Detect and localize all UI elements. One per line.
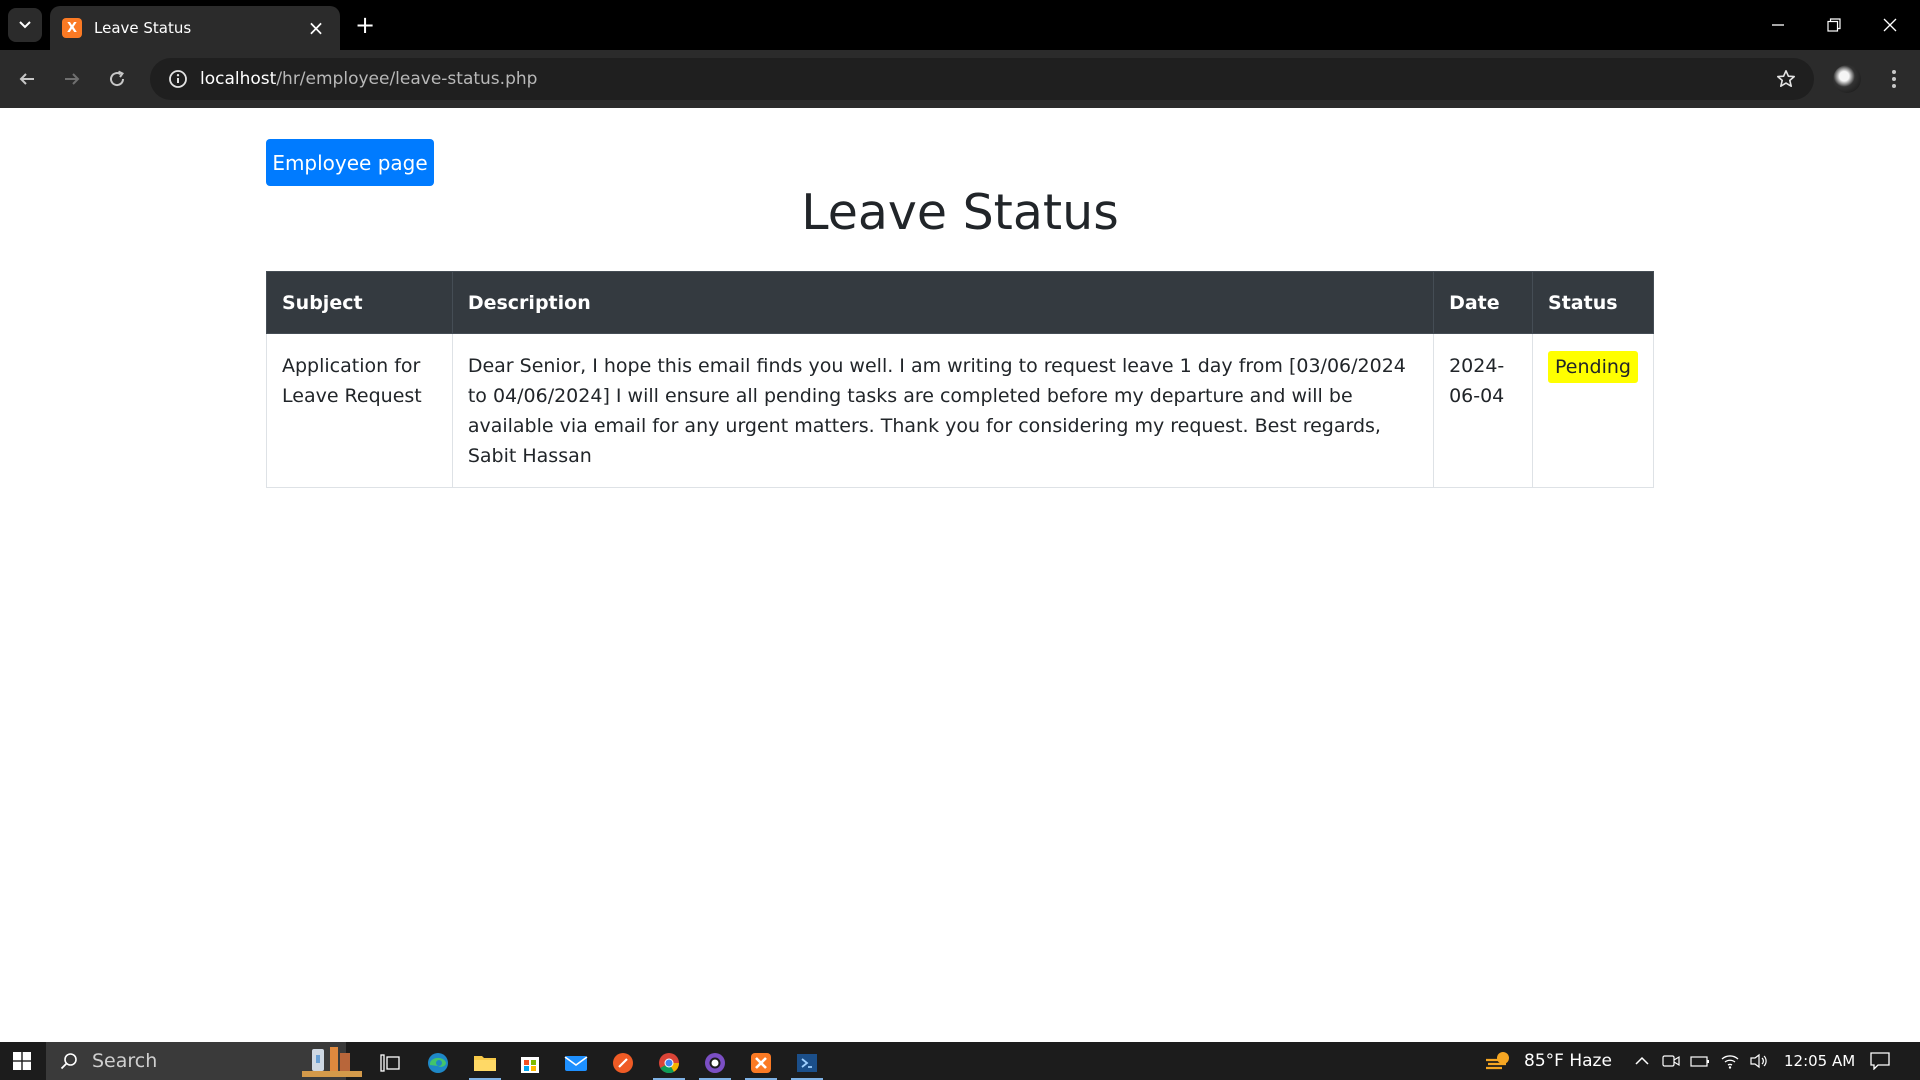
task-view-button[interactable] (370, 1046, 410, 1080)
camera-tray-icon[interactable] (1661, 1051, 1681, 1071)
postman-icon (613, 1053, 633, 1073)
battery-icon (1690, 1056, 1709, 1067)
edge-icon (428, 1053, 448, 1073)
tab-title: Leave Status (94, 19, 192, 37)
column-header-status: Status (1532, 271, 1654, 334)
chevron-down-icon (19, 21, 31, 29)
store-icon (521, 1057, 539, 1073)
mail-app-button[interactable] (556, 1046, 596, 1080)
back-button[interactable] (9, 61, 45, 97)
tab-close-icon[interactable]: × (304, 18, 328, 38)
xampp-app-button[interactable] (741, 1046, 781, 1080)
arrow-left-icon (19, 73, 34, 85)
profile-avatar[interactable] (1833, 65, 1861, 93)
volume-tray-icon[interactable] (1749, 1051, 1769, 1071)
weather-icon[interactable] (1484, 1051, 1514, 1071)
close-window-button[interactable] (1862, 0, 1918, 50)
camera-icon (1662, 1055, 1680, 1067)
task-view-icon (380, 1054, 400, 1072)
restore-icon (1827, 18, 1841, 32)
cell-date: 2024-06-04 (1433, 333, 1534, 488)
taskbar-search-box[interactable]: Search (46, 1042, 362, 1080)
vs-code-app-button[interactable] (787, 1046, 827, 1080)
cell-subject: Application for Leave Request (266, 333, 453, 488)
tab-search-button[interactable] (8, 8, 42, 42)
star-icon (1777, 70, 1795, 87)
windows-logo-icon (13, 1052, 31, 1070)
url-host: localhost (200, 69, 277, 89)
xampp-favicon-icon: X (62, 18, 82, 38)
browser-menu-button[interactable] (1876, 61, 1912, 97)
column-header-subject: Subject (266, 271, 453, 334)
wifi-tray-icon[interactable] (1720, 1051, 1740, 1071)
taskbar-search-label: Search (92, 1050, 158, 1072)
search-highlight-icon (302, 1047, 362, 1077)
reload-button[interactable] (99, 61, 135, 97)
browser-tab-strip: X Leave Status × + (0, 0, 1920, 50)
microsoft-store-app-button[interactable] (510, 1046, 550, 1080)
employee-page-button[interactable]: Employee page (266, 139, 434, 186)
page-content: Employee page Leave Status Subject Descr… (0, 108, 1920, 1042)
notification-icon (1870, 1052, 1890, 1070)
info-icon (169, 70, 187, 88)
site-info-button[interactable] (156, 58, 200, 100)
url-path: /hr/employee/leave-status.php (276, 69, 538, 89)
file-explorer-app-button[interactable] (465, 1046, 505, 1080)
start-button[interactable] (0, 1042, 44, 1080)
chrome-app-button[interactable] (649, 1046, 689, 1080)
show-hidden-icons-button[interactable] (1632, 1051, 1652, 1071)
windows-taskbar: Search 85°F Haze 12:05 AM (0, 1042, 1920, 1080)
cell-status: Pending (1532, 333, 1654, 488)
minimize-button[interactable] (1750, 0, 1806, 50)
restore-button[interactable] (1806, 0, 1862, 50)
weather-text[interactable]: 85°F Haze (1524, 1042, 1612, 1080)
chrome-icon (659, 1053, 680, 1074)
haze-icon (1486, 1052, 1509, 1070)
github-desktop-app-button[interactable] (695, 1046, 735, 1080)
reload-icon (110, 70, 125, 87)
search-icon (60, 1053, 77, 1070)
arrow-right-icon (65, 73, 80, 85)
more-vertical-icon (1892, 70, 1896, 88)
address-bar[interactable]: localhost/hr/employee/leave-status.php (150, 58, 1814, 100)
wifi-icon (1721, 1055, 1739, 1069)
cell-description: Dear Senior, I hope this email finds you… (451, 333, 1435, 488)
postman-app-button[interactable] (603, 1046, 643, 1080)
speaker-icon (1750, 1053, 1767, 1069)
github-icon (705, 1053, 725, 1073)
code-editor-icon (797, 1054, 817, 1072)
notifications-button[interactable] (1869, 1051, 1891, 1071)
leave-status-table: Subject Description Date Status Applicat… (266, 271, 1654, 488)
chevron-up-icon (1635, 1056, 1649, 1065)
clock[interactable]: 12:05 AM (1784, 1042, 1855, 1080)
browser-tab-active[interactable]: X Leave Status × (50, 6, 340, 50)
mail-icon (564, 1056, 588, 1071)
battery-tray-icon[interactable] (1690, 1051, 1710, 1071)
forward-button[interactable] (54, 61, 90, 97)
page-title: Leave Status (801, 184, 1119, 241)
close-icon (1883, 18, 1897, 32)
column-header-description: Description (451, 271, 1435, 334)
new-tab-button[interactable]: + (350, 10, 380, 40)
status-badge: Pending (1548, 351, 1638, 383)
table-header-row: Subject Description Date Status (266, 271, 1654, 334)
minimize-icon (1772, 24, 1784, 26)
bookmark-button[interactable] (1772, 65, 1800, 93)
url-text: localhost/hr/employee/leave-status.php (200, 69, 537, 89)
edge-app-button[interactable] (418, 1046, 458, 1080)
folder-icon (474, 1056, 496, 1071)
browser-toolbar: localhost/hr/employee/leave-status.php (0, 50, 1920, 108)
table-row: Application for Leave Request Dear Senio… (266, 333, 1654, 488)
column-header-date: Date (1433, 271, 1534, 334)
xampp-icon (751, 1053, 771, 1073)
